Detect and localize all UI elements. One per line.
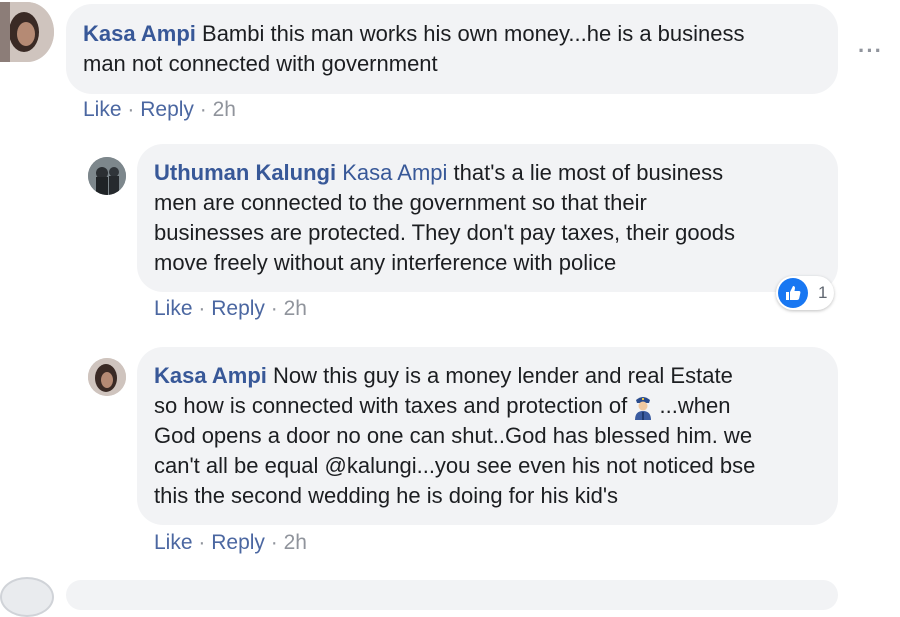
comment-text: man not connected with government bbox=[83, 51, 438, 76]
comment-bubble: Uthuman Kalungi Kasa Ampi that's a lie m… bbox=[137, 144, 838, 292]
comment-text: Bambi this man works his own money...he … bbox=[202, 21, 745, 46]
separator: · bbox=[198, 531, 206, 554]
comment-actions: Like · Reply · 2h bbox=[154, 530, 307, 556]
reply-button[interactable]: Reply bbox=[140, 98, 194, 121]
comment-author[interactable]: Kasa Ampi bbox=[83, 21, 196, 46]
comment-text: businesses are protected. They don't pay… bbox=[154, 220, 736, 245]
comment-bubble: Kasa Ampi Bambi this man works his own m… bbox=[66, 4, 838, 94]
reaction-count: 1 bbox=[818, 283, 828, 302]
comment-text: God opens a door no one can shut..God ha… bbox=[154, 423, 753, 448]
reply-button[interactable]: Reply bbox=[211, 297, 265, 320]
comment-text: ...when bbox=[659, 393, 731, 418]
comment-bubble bbox=[66, 580, 838, 610]
separator: · bbox=[270, 297, 278, 320]
comment-bubble: Kasa Ampi Now this guy is a money lender… bbox=[137, 347, 838, 525]
comment-text: so how is connected with taxes and prote… bbox=[154, 393, 628, 418]
comment-text: can't all be equal @kalungi...you see ev… bbox=[154, 453, 756, 478]
like-button[interactable]: Like bbox=[154, 297, 193, 320]
like-button[interactable]: Like bbox=[154, 531, 193, 554]
comment-author[interactable]: Uthuman Kalungi bbox=[154, 160, 336, 185]
more-options-icon[interactable]: ··· bbox=[858, 38, 883, 64]
like-button[interactable]: Like bbox=[83, 98, 122, 121]
comment-text: this the second wedding he is doing for … bbox=[154, 483, 619, 508]
comment-text: move freely without any interference wit… bbox=[154, 250, 617, 275]
avatar[interactable] bbox=[0, 577, 54, 617]
comment-text: Now this guy is a money lender and real … bbox=[266, 363, 733, 388]
timestamp[interactable]: 2h bbox=[284, 297, 307, 320]
thumbs-up-icon bbox=[778, 278, 808, 308]
separator: · bbox=[127, 98, 135, 121]
police-officer-emoji bbox=[633, 394, 653, 421]
timestamp[interactable]: 2h bbox=[213, 98, 236, 121]
comment-text: that's a lie most of business bbox=[447, 160, 724, 185]
timestamp[interactable]: 2h bbox=[284, 531, 307, 554]
avatar[interactable] bbox=[88, 358, 126, 396]
reaction-badge[interactable]: 1 bbox=[776, 276, 834, 310]
comment-actions: Like · Reply · 2h bbox=[83, 97, 236, 123]
reply-button[interactable]: Reply bbox=[211, 531, 265, 554]
avatar[interactable] bbox=[88, 157, 126, 195]
separator: · bbox=[198, 297, 206, 320]
separator: · bbox=[199, 98, 207, 121]
comment-author[interactable]: Kasa Ampi bbox=[154, 363, 267, 388]
comment-actions: Like · Reply · 2h bbox=[154, 296, 307, 322]
avatar[interactable] bbox=[0, 2, 54, 62]
separator: · bbox=[270, 531, 278, 554]
comment-text: men are connected to the government so t… bbox=[154, 190, 647, 215]
mention-link[interactable]: Kasa Ampi bbox=[342, 160, 447, 185]
